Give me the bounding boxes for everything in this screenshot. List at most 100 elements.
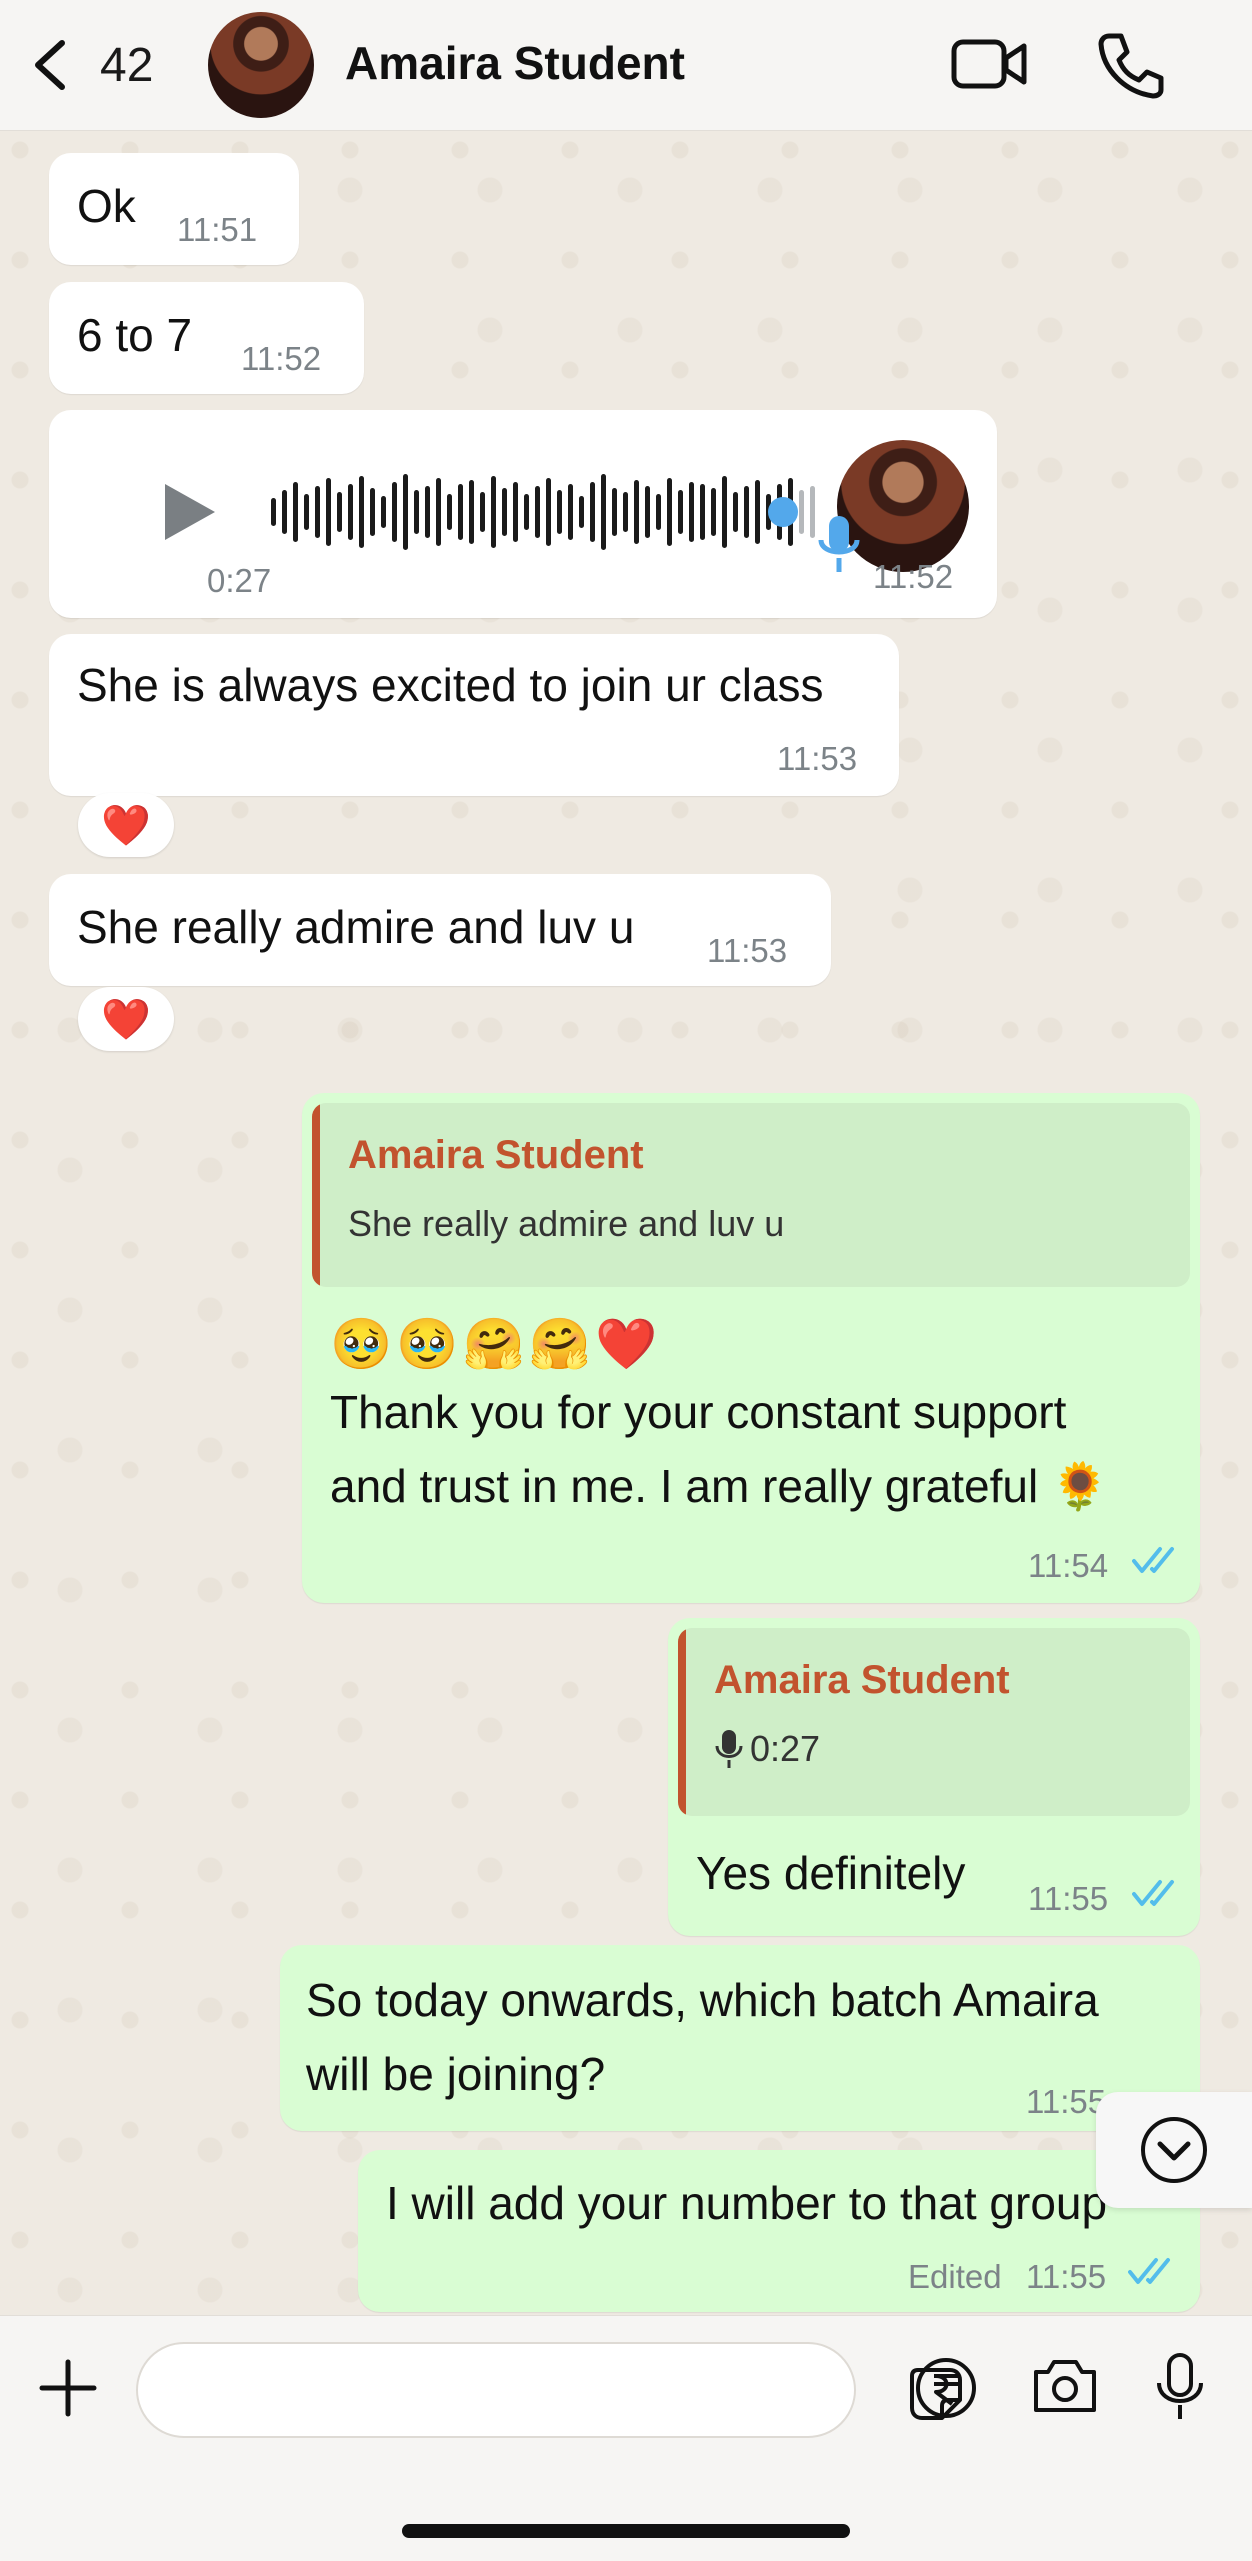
- contact-name[interactable]: Amaira Student: [345, 36, 685, 90]
- message-bubble-incoming[interactable]: She is always excited to join ur class 1…: [49, 634, 899, 796]
- message-text-line: and trust in me. I am really grateful 🌻: [330, 1460, 1109, 1512]
- waveform-bar: [436, 478, 441, 546]
- waveform-bar: [623, 492, 628, 532]
- waveform-bar: [678, 490, 683, 534]
- playback-scrubber[interactable]: [768, 497, 798, 527]
- message-input[interactable]: [168, 2362, 772, 2420]
- emoji-row: 🥹🥹🤗🤗❤️: [330, 1316, 662, 1372]
- waveform-bar: [535, 486, 540, 538]
- waveform-bar: [425, 486, 430, 538]
- waveform-bar: [282, 490, 287, 534]
- waveform-bar: [447, 494, 452, 530]
- waveform-bar: [271, 498, 276, 526]
- waveform-bar: [656, 494, 661, 530]
- message-time: 11:53: [777, 740, 858, 777]
- waveform-bar: [293, 482, 298, 542]
- waveform-bar: [370, 488, 375, 536]
- waveform-bar: [304, 494, 309, 530]
- message-input-container[interactable]: [136, 2342, 962, 2438]
- message-text: Ok: [77, 180, 136, 232]
- waveform-bar: [645, 486, 650, 538]
- play-icon[interactable]: [159, 480, 219, 544]
- waveform-bar: [711, 488, 716, 536]
- voice-call-button[interactable]: [1095, 30, 1165, 100]
- waveform-bar: [326, 478, 331, 546]
- message-bubble-outgoing[interactable]: Amaira Student She really admire and luv…: [302, 1093, 1200, 1603]
- message-time: 11:53: [707, 932, 788, 969]
- quoted-message[interactable]: Amaira Student She really admire and luv…: [312, 1103, 1190, 1287]
- message-text: Yes definitely: [696, 1847, 966, 1899]
- waveform-bar: [480, 492, 485, 532]
- quote-text: She really admire and luv u: [348, 1203, 785, 1244]
- waveform-bar: [733, 492, 738, 532]
- chat-header: 42 Amaira Student: [0, 0, 1252, 131]
- message-bubble-outgoing[interactable]: So today onwards, which batch Amaira wil…: [280, 1945, 1200, 2131]
- waveform-bar: [392, 482, 397, 542]
- plus-icon[interactable]: [36, 2356, 100, 2420]
- voice-message-bubble[interactable]: 0:27 11:52: [49, 410, 997, 618]
- waveform-bar: [469, 480, 474, 544]
- waveform-bar: [458, 484, 463, 540]
- waveform-bar: [337, 492, 342, 532]
- message-time: 11:54: [1028, 1547, 1109, 1584]
- message-bubble-incoming[interactable]: She really admire and luv u 11:53: [49, 874, 831, 986]
- read-ticks-icon: [1132, 1547, 1174, 1573]
- waveform-bar: [689, 482, 694, 542]
- waveform-bar: [557, 490, 562, 534]
- voice-duration: 0:27: [207, 562, 272, 599]
- mic-icon: [715, 1730, 743, 1768]
- quote-bar: [312, 1103, 320, 1287]
- heart-reaction[interactable]: ❤️: [78, 793, 174, 857]
- message-text: 6 to 7: [77, 309, 193, 361]
- message-time: 11:52: [873, 558, 954, 595]
- message-bubble-outgoing[interactable]: I will add your number to that group Edi…: [358, 2150, 1200, 2312]
- back-chevron-icon: [35, 40, 65, 90]
- message-bubble-incoming[interactable]: 6 to 7 11:52: [49, 282, 364, 394]
- message-bubble-incoming[interactable]: Ok 11:51: [49, 153, 299, 265]
- waveform-bar: [667, 478, 672, 546]
- heart-reaction[interactable]: ❤️: [78, 987, 174, 1051]
- quote-text: 0:27: [750, 1728, 821, 1769]
- waveform-bar: [403, 474, 408, 550]
- waveform-bar: [359, 476, 364, 548]
- scroll-to-bottom-button[interactable]: [1096, 2092, 1252, 2208]
- mic-icon[interactable]: [1155, 2351, 1205, 2423]
- waveform-bar: [315, 486, 320, 538]
- voice-waveform[interactable]: [269, 472, 829, 552]
- camera-icon[interactable]: [1030, 2356, 1100, 2416]
- back-button[interactable]: 42: [30, 32, 180, 98]
- waveform-bar: [524, 494, 529, 530]
- composer-bar: [0, 2315, 1252, 2561]
- waveform-bar: [513, 482, 518, 542]
- mic-icon: [818, 516, 860, 572]
- message-text-line: So today onwards, which batch Amaira: [306, 1974, 1099, 2026]
- contact-avatar[interactable]: [208, 12, 314, 118]
- rupee-icon[interactable]: [914, 2356, 978, 2420]
- message-text-line: will be joining?: [306, 2048, 606, 2100]
- waveform-bar: [634, 480, 639, 544]
- message-text: She is always excited to join ur class: [77, 659, 824, 711]
- waveform-bar: [502, 488, 507, 536]
- video-call-icon: [951, 39, 1027, 89]
- quote-sender: Amaira Student: [714, 1658, 1010, 1702]
- quote-voice: 0:27: [714, 1728, 820, 1770]
- waveform-bar: [414, 490, 419, 534]
- quoted-voice-message[interactable]: Amaira Student 0:27: [678, 1628, 1190, 1816]
- waveform-bar: [601, 474, 606, 550]
- quote-sender: Amaira Student: [348, 1133, 644, 1177]
- waveform-bar: [799, 490, 804, 534]
- waveform-bar: [579, 496, 584, 528]
- home-indicator: [402, 2524, 850, 2538]
- message-time: 11:55: [1028, 1880, 1109, 1917]
- message-time: 11:55: [1026, 2258, 1107, 2295]
- message-time: 11:51: [177, 211, 258, 248]
- waveform-bar: [755, 480, 760, 544]
- edited-label: Edited: [908, 2258, 1002, 2295]
- video-call-button[interactable]: [950, 34, 1030, 94]
- waveform-bar: [590, 482, 595, 542]
- waveform-bar: [700, 484, 705, 540]
- message-bubble-outgoing[interactable]: Amaira Student 0:27 Yes definitely 11:55: [668, 1618, 1200, 1936]
- waveform-bar: [612, 488, 617, 536]
- message-time: 11:52: [241, 340, 322, 377]
- read-ticks-icon: [1132, 1880, 1174, 1906]
